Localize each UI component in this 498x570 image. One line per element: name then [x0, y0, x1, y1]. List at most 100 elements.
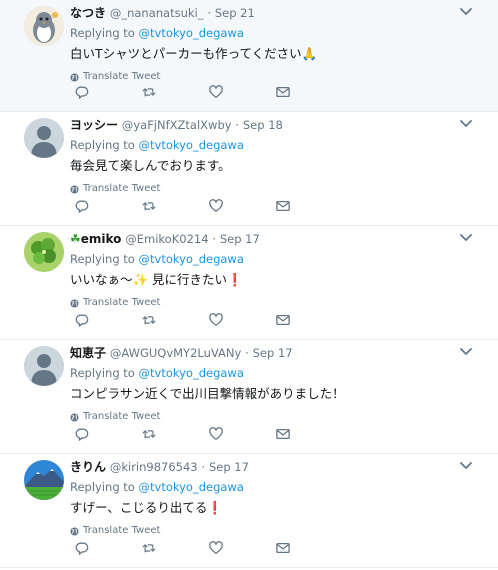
replying-to: Replying to @tvtokyo_degawa [70, 365, 486, 381]
like-button[interactable] [209, 313, 223, 327]
display-name[interactable]: なつき [70, 6, 106, 20]
replying-to-label: Replying to [70, 26, 135, 40]
tweet-date[interactable]: Sep 17 [209, 460, 249, 474]
retweet-button[interactable] [142, 313, 156, 327]
tweet[interactable]: なつき @_nananatsuki_ · Sep 21 Replying to … [0, 0, 498, 112]
retweet-button[interactable] [142, 541, 156, 555]
tweet-text: 白いTシャツとパーカーも作ってください🙏 [70, 46, 318, 61]
tweet-header: ヨッシー @yaFjNfXZtalXwby · Sep 18 [70, 117, 486, 133]
tweet-date[interactable]: Sep 17 [220, 232, 260, 246]
like-button[interactable] [209, 427, 223, 441]
reply-icon [75, 542, 89, 555]
envelope-icon [276, 542, 290, 554]
globe-icon [70, 526, 79, 536]
tweet[interactable]: 知恵子 @AWGUQvMY2LuVANy · Sep 17 Replying t… [0, 340, 498, 454]
user-handle[interactable]: @AWGUQvMY2LuVANy [110, 346, 241, 360]
translate-tweet-link[interactable]: Translate Tweet [70, 296, 486, 310]
tweet-actions [75, 541, 290, 555]
reply-icon [75, 86, 89, 99]
avatar[interactable] [24, 118, 64, 158]
dm-button[interactable] [276, 541, 290, 555]
display-name[interactable]: きりん [70, 460, 106, 474]
tweet[interactable]: ☘emiko @EmikoK0214 · Sep 17 Replying to … [0, 226, 498, 340]
chevron-down-icon[interactable] [460, 348, 472, 356]
heart-icon [209, 199, 223, 212]
translate-tweet-link[interactable]: Translate Tweet [70, 70, 486, 84]
name-prefix-emoji: ☘ [70, 232, 81, 246]
tweet[interactable]: きりん @kirin9876543 · Sep 17 Replying to @… [0, 454, 498, 568]
mention-link[interactable]: @tvtokyo_degawa [139, 138, 244, 152]
envelope-icon [276, 314, 290, 326]
dm-button[interactable] [276, 313, 290, 327]
tweet[interactable]: ヨッシー @yaFjNfXZtalXwby · Sep 18 Replying … [0, 112, 498, 226]
tweet-date[interactable]: Sep 17 [253, 346, 293, 360]
retweet-button[interactable] [142, 427, 156, 441]
like-button[interactable] [209, 199, 223, 213]
reply-button[interactable] [75, 313, 89, 327]
chevron-down-icon[interactable] [460, 462, 472, 470]
display-name[interactable]: ヨッシー [70, 118, 118, 132]
tweet-actions [75, 85, 290, 99]
separator-dot: · [212, 232, 217, 246]
dm-button[interactable] [276, 427, 290, 441]
avatar[interactable] [24, 6, 64, 46]
user-handle[interactable]: @yaFjNfXZtalXwby [122, 118, 232, 132]
retweet-icon [142, 544, 156, 553]
separator-dot: · [245, 346, 249, 360]
retweet-button[interactable] [142, 85, 156, 99]
reply-button[interactable] [75, 427, 89, 441]
reply-button[interactable] [75, 199, 89, 213]
replying-to-label: Replying to [70, 252, 135, 266]
reply-button[interactable] [75, 85, 89, 99]
mountain-avatar-image [24, 460, 64, 500]
tweet-actions [75, 313, 290, 327]
display-name-text: きりん [70, 460, 107, 474]
like-button[interactable] [209, 541, 223, 555]
display-name[interactable]: ☘emiko [70, 232, 121, 246]
mention-link[interactable]: @tvtokyo_degawa [139, 252, 244, 266]
globe-icon [70, 412, 79, 422]
heart-icon [209, 427, 223, 440]
display-name[interactable]: 知恵子 [70, 346, 106, 360]
like-button[interactable] [209, 85, 223, 99]
mention-link[interactable]: @tvtokyo_degawa [139, 480, 244, 494]
envelope-icon [276, 428, 290, 440]
chevron-down-icon[interactable] [460, 8, 472, 16]
user-handle[interactable]: @_nananatsuki_ [110, 6, 204, 20]
avatar[interactable] [24, 232, 64, 272]
replying-to-label: Replying to [70, 480, 135, 494]
heart-icon [209, 541, 223, 554]
translate-label: Translate Tweet [83, 297, 161, 308]
tweet-text: すげー、こじるり出てる❗ [70, 500, 223, 515]
dm-button[interactable] [276, 85, 290, 99]
envelope-icon [276, 200, 290, 212]
user-handle[interactable]: @kirin9876543 [110, 460, 198, 474]
separator-dot: · [235, 118, 240, 132]
avatar[interactable] [24, 460, 64, 500]
user-handle[interactable]: @EmikoK0214 [125, 232, 208, 246]
default-avatar-image [24, 118, 64, 158]
retweet-button[interactable] [142, 199, 156, 213]
translate-label: Translate Tweet [83, 411, 161, 422]
replying-to-label: Replying to [70, 366, 135, 380]
tweet-header: なつき @_nananatsuki_ · Sep 21 [70, 5, 486, 21]
mention-link[interactable]: @tvtokyo_degawa [139, 26, 244, 40]
retweet-icon [142, 202, 156, 211]
dm-button[interactable] [276, 199, 290, 213]
avatar[interactable] [24, 346, 64, 386]
tweet-date[interactable]: Sep 21 [215, 6, 255, 20]
penguin-avatar-image [24, 6, 64, 46]
chevron-down-icon[interactable] [460, 120, 472, 128]
replying-to: Replying to @tvtokyo_degawa [70, 25, 486, 41]
tweet-date[interactable]: Sep 18 [243, 118, 283, 132]
translate-tweet-link[interactable]: Translate Tweet [70, 410, 486, 424]
globe-icon [70, 298, 79, 308]
reply-button[interactable] [75, 541, 89, 555]
translate-tweet-link[interactable]: Translate Tweet [70, 182, 486, 196]
mention-link[interactable]: @tvtokyo_degawa [139, 366, 244, 380]
translate-tweet-link[interactable]: Translate Tweet [70, 524, 486, 538]
chevron-down-icon[interactable] [460, 234, 472, 242]
tweet-actions [75, 199, 290, 213]
tweet-text: コンピラサン近くで出川目撃情報がありました！ [70, 386, 345, 401]
tweet-header: 知恵子 @AWGUQvMY2LuVANy · Sep 17 [70, 345, 486, 361]
